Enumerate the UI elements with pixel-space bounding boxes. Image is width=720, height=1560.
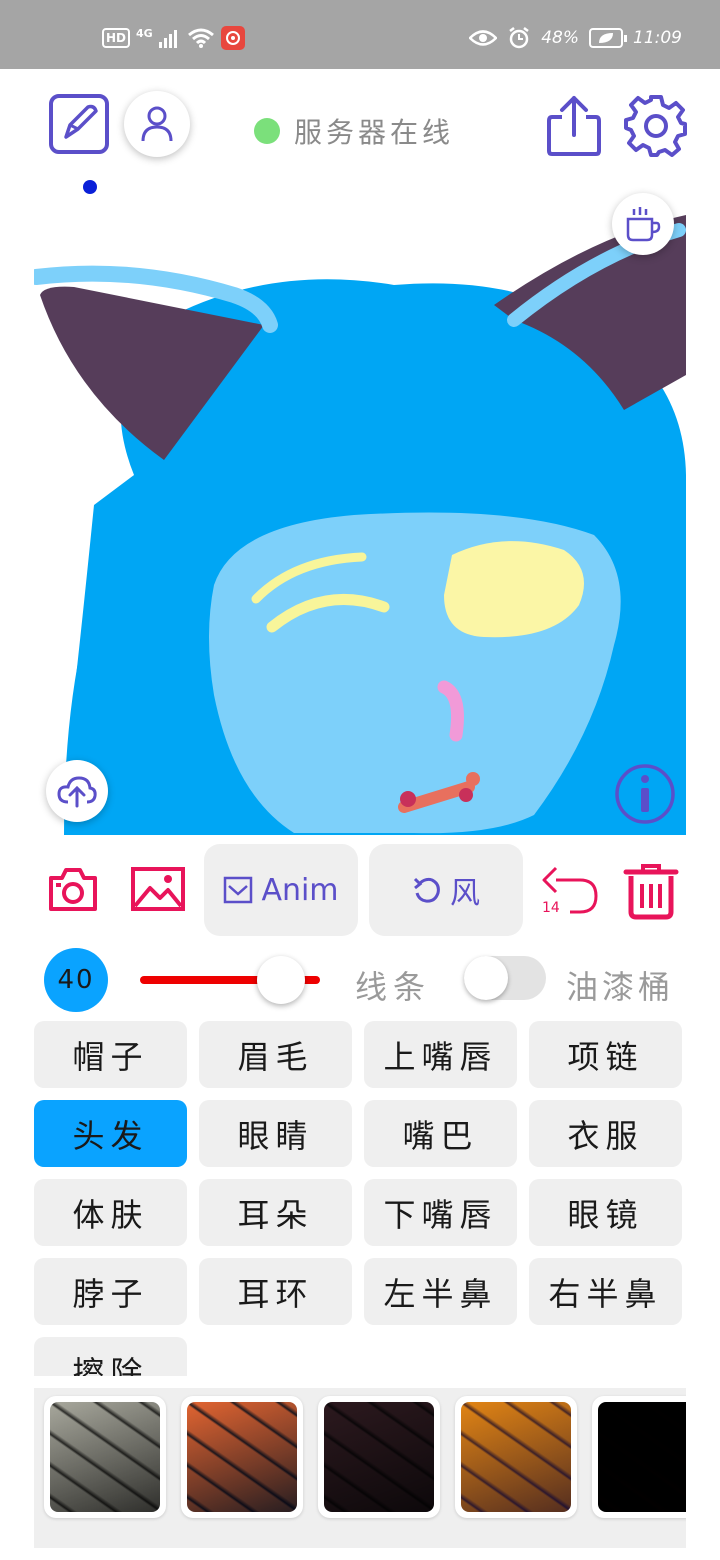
server-status: 服务器在线 <box>254 111 454 151</box>
wind-label: 风 <box>450 876 480 911</box>
toggle-knob <box>464 956 508 1000</box>
part-button[interactable]: 右半鼻 <box>529 1258 682 1325</box>
alarm-icon <box>509 27 529 49</box>
status-right: 48% 11:09 <box>469 26 682 50</box>
coffee-button[interactable] <box>612 193 674 255</box>
user-button[interactable] <box>124 91 190 157</box>
part-button[interactable]: 嘴巴 <box>364 1100 517 1167</box>
part-button[interactable]: 眼睛 <box>199 1100 352 1167</box>
paint-bucket-toggle[interactable] <box>464 956 546 1000</box>
image-icon <box>131 867 185 911</box>
gear-icon <box>624 95 687 157</box>
server-status-text: 服务器在线 <box>294 116 455 149</box>
brush-size-slider-thumb[interactable] <box>257 956 305 1004</box>
part-button[interactable]: 眼镜 <box>529 1179 682 1246</box>
edit-button[interactable] <box>48 93 110 155</box>
part-button[interactable]: 下嘴唇 <box>364 1179 517 1246</box>
line-mode-label: 线条 <box>355 968 432 1006</box>
texture-swatch-marble-gray[interactable] <box>44 1396 166 1518</box>
notification-app-icon <box>220 26 245 50</box>
eye-comfort-icon <box>469 30 498 46</box>
tools-row: Anim 风 14 <box>0 842 720 938</box>
texture-strip <box>34 1388 686 1548</box>
status-bar: HD 4G 48% 11:09 <box>0 0 720 69</box>
wind-button[interactable]: 风 <box>369 844 523 936</box>
rotate-icon <box>413 877 440 903</box>
anim-button[interactable]: Anim <box>204 844 358 936</box>
texture-preview <box>324 1402 434 1512</box>
texture-swatch-marble-orange[interactable] <box>181 1396 303 1518</box>
part-button[interactable]: 上嘴唇 <box>364 1021 517 1088</box>
server-status-dot <box>254 118 280 144</box>
status-left: HD 4G <box>102 26 245 50</box>
parts-grid: 帽子 眉毛 上嘴唇 项链头发 眼睛 嘴巴 衣服体肤 耳朵 下嘴唇 眼镜脖子 耳环 左半鼻 右半鼻擦除 <box>34 1021 686 1376</box>
network-label: 4G <box>136 26 153 40</box>
clock: 11:09 <box>633 28 682 48</box>
texture-preview <box>598 1402 686 1512</box>
part-button[interactable]: 帽子 <box>34 1021 187 1088</box>
part-button[interactable]: 左半鼻 <box>364 1258 517 1325</box>
brush-controls: 40 线条 油漆桶 <box>0 944 720 1024</box>
signal-icon <box>158 30 177 48</box>
brush-size-badge: 40 <box>44 948 108 1012</box>
upload-button[interactable] <box>46 760 108 822</box>
texture-swatch-marble-dark[interactable] <box>318 1396 440 1518</box>
drawing-canvas[interactable] <box>34 175 686 835</box>
part-button[interactable]: 眉毛 <box>199 1021 352 1088</box>
part-button[interactable]: 脖子 <box>34 1258 187 1325</box>
part-button[interactable]: 耳朵 <box>199 1179 352 1246</box>
settings-button[interactable] <box>624 93 688 157</box>
coffee-icon <box>626 207 661 242</box>
camera-button[interactable] <box>48 866 98 912</box>
part-button[interactable]: 体肤 <box>34 1179 187 1246</box>
leaf-icon <box>599 33 613 43</box>
app-root: HD 4G 48% 11:09 服务器在线 Anim 风 14 40 线条 油漆… <box>0 0 720 1560</box>
share-icon <box>547 96 601 156</box>
part-button[interactable]: 项链 <box>529 1021 682 1088</box>
part-button[interactable]: 衣服 <box>529 1100 682 1167</box>
gallery-button[interactable] <box>130 866 186 912</box>
user-icon <box>141 106 173 142</box>
share-button[interactable] <box>546 93 602 157</box>
part-button[interactable]: 擦除 <box>34 1337 187 1376</box>
top-toolbar: 服务器在线 <box>0 69 720 179</box>
texture-preview <box>461 1402 571 1512</box>
info-icon <box>615 764 675 824</box>
info-button[interactable] <box>614 763 676 825</box>
delete-button[interactable] <box>622 862 680 920</box>
edit-icon <box>49 94 109 154</box>
anim-label: Anim <box>261 872 339 908</box>
texture-swatch-black[interactable] <box>592 1396 686 1518</box>
undo-button[interactable]: 14 <box>540 862 600 918</box>
hd-badge: HD <box>102 28 131 48</box>
trash-icon <box>623 864 679 920</box>
part-button[interactable]: 头发 <box>34 1100 187 1167</box>
texture-swatch-marble-yellow[interactable] <box>455 1396 577 1518</box>
drawing-artwork <box>34 180 686 835</box>
paint-bucket-label: 油漆桶 <box>566 968 675 1006</box>
wifi-icon <box>187 28 214 48</box>
undo-count: 14 <box>542 900 560 916</box>
envelope-icon <box>224 876 253 904</box>
battery-percent: 48% <box>541 28 579 48</box>
texture-preview <box>50 1402 160 1512</box>
part-button[interactable]: 耳环 <box>199 1258 352 1325</box>
battery-icon <box>589 28 627 48</box>
texture-preview <box>187 1402 297 1512</box>
camera-icon <box>49 868 97 911</box>
cloud-upload-icon <box>57 776 97 808</box>
